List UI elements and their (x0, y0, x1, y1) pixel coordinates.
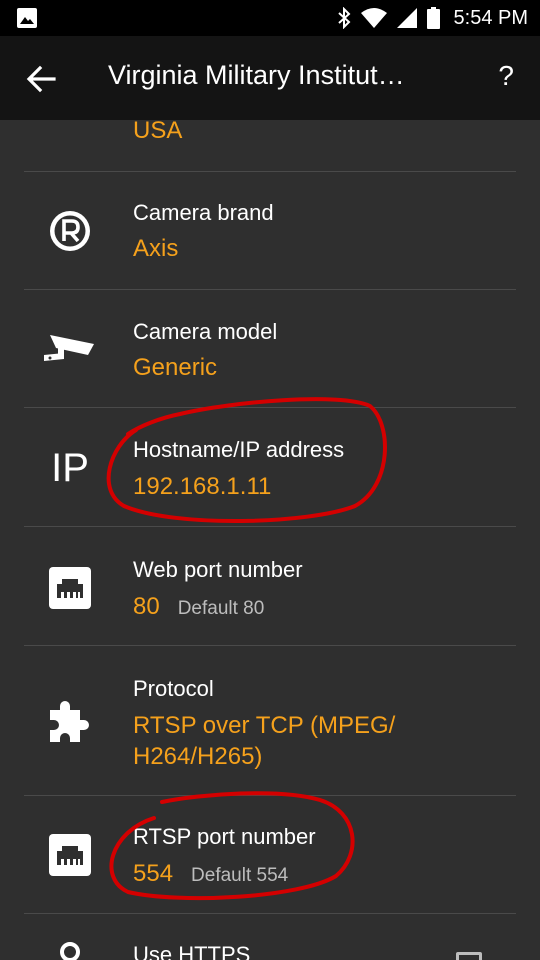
setting-label: Web port number (133, 557, 303, 582)
setting-value-row: 80 Default 80 (133, 591, 264, 624)
setting-label: Hostname/IP address (133, 437, 345, 462)
status-time: 5:54 PM (453, 6, 528, 29)
ethernet-icon (40, 565, 100, 611)
setting-value-row: 554 Default 554 (133, 858, 288, 891)
setting-label: Use HTTPS (133, 942, 251, 960)
camera-icon (40, 328, 100, 368)
default-value: Default 80 (177, 598, 265, 619)
setting-value: RTSP over TCP (MPEG/ (133, 712, 396, 739)
settings-list: USA Camera brand Axis Camera model Gener… (0, 120, 540, 960)
setting-label: Protocol (133, 676, 214, 701)
wifi-icon (360, 8, 387, 28)
setting-rtsp-port[interactable]: RTSP port number 554 Default 554 (0, 796, 540, 914)
setting-use-https[interactable]: Use HTTPS (0, 914, 540, 960)
app-toolbar: Virginia Military Institut… ? (0, 36, 540, 120)
ip-icon: IP (51, 445, 89, 490)
battery-icon (426, 7, 440, 29)
default-value: Default 554 (191, 865, 289, 886)
setting-label: Camera brand (133, 200, 274, 225)
setting-camera-model[interactable]: Camera model Generic (0, 290, 540, 408)
setting-protocol[interactable]: Protocol RTSP over TCP (MPEG/ H264/H265) (0, 646, 540, 795)
ethernet-icon (40, 832, 100, 878)
status-bar: 5:54 PM (0, 0, 540, 36)
setting-web-port[interactable]: Web port number 80 Default 80 (0, 527, 540, 645)
https-checkbox[interactable] (456, 952, 482, 960)
image-icon (17, 8, 37, 28)
signal-icon (396, 8, 417, 28)
puzzle-icon (40, 698, 100, 746)
setting-country[interactable]: USA (0, 120, 540, 171)
setting-value: H264/H265) (133, 743, 263, 770)
setting-value: 192.168.1.11 (133, 473, 272, 500)
help-button[interactable]: ? (498, 60, 514, 92)
lock-icon (40, 940, 100, 960)
setting-value: 554 (133, 860, 174, 887)
setting-value: 80 (133, 593, 160, 620)
country-value: USA (133, 120, 183, 144)
arrow-back-icon[interactable] (24, 62, 58, 96)
setting-value: Generic (133, 354, 218, 381)
bluetooth-icon (337, 7, 350, 29)
registered-icon (40, 209, 100, 253)
setting-label: RTSP port number (133, 824, 316, 849)
page-title: Virginia Military Institut… (108, 60, 405, 90)
setting-label: Camera model (133, 319, 278, 344)
setting-value: Axis (133, 235, 179, 262)
setting-hostname[interactable]: IP Hostname/IP address 192.168.1.11 (0, 408, 540, 526)
setting-camera-brand[interactable]: Camera brand Axis (0, 172, 540, 290)
